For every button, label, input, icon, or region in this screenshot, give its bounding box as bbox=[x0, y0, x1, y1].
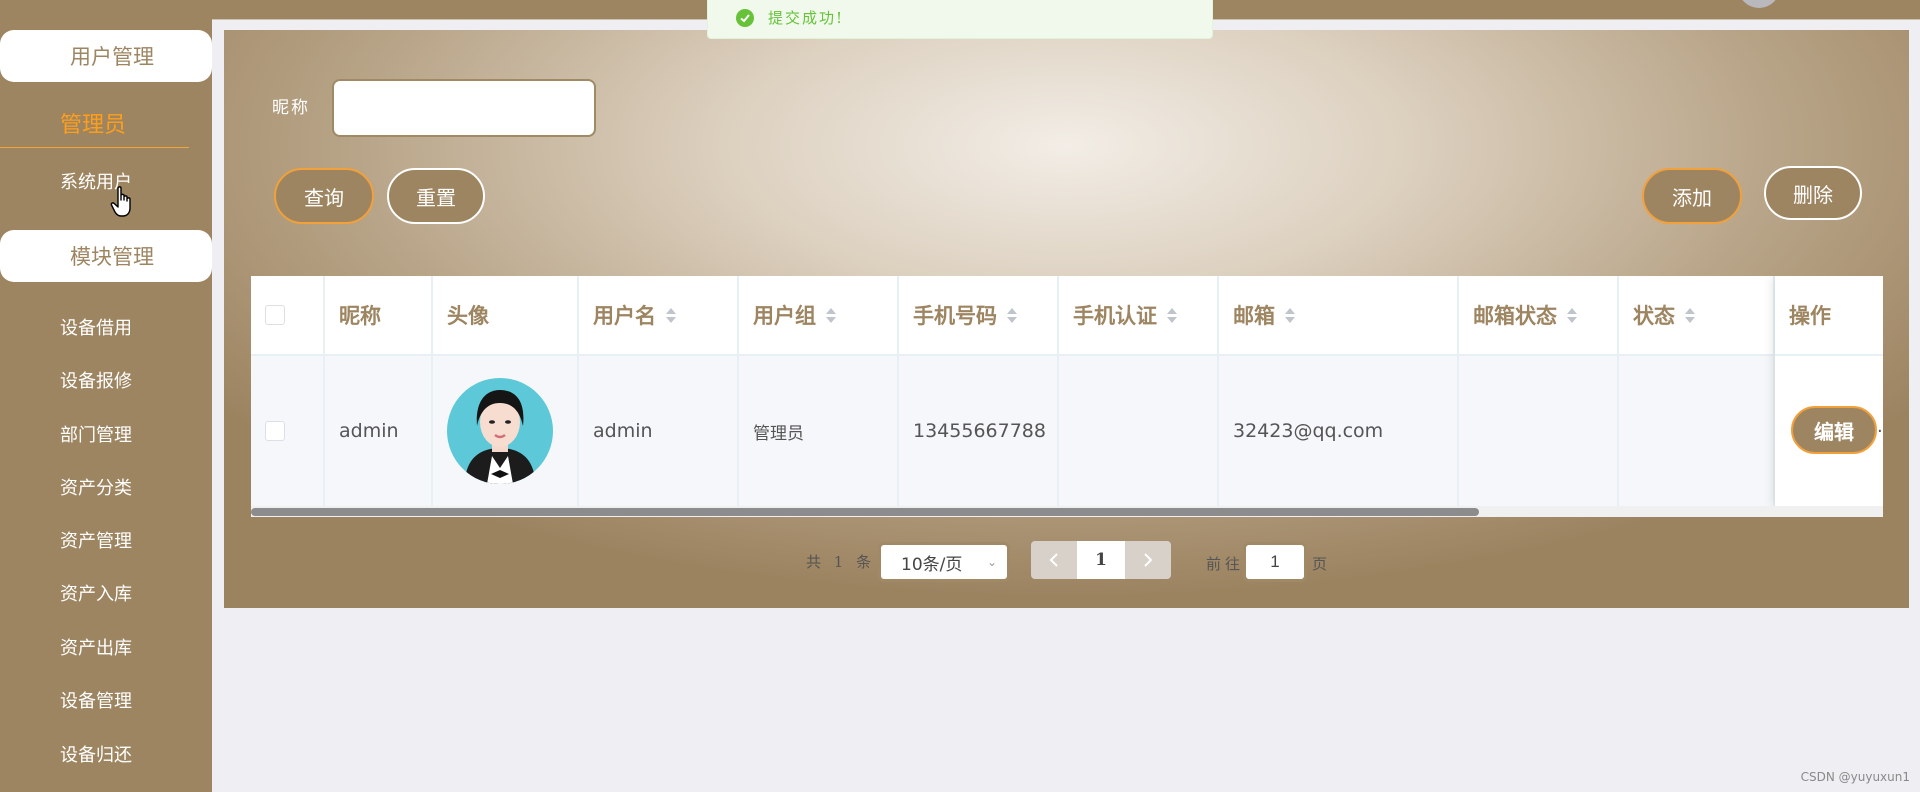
query-button[interactable]: 查询 bbox=[274, 168, 374, 224]
cell-user-group: 管理员 bbox=[739, 356, 899, 506]
pointer-cursor-icon bbox=[110, 186, 131, 217]
users-table: 昵称 头像 用户名 用户组 手机号码 手机认证 邮箱 邮箱状态 状态 admin bbox=[251, 276, 1883, 517]
column-label: 昵称 bbox=[339, 304, 381, 328]
sidebar: 用户管理 管理员 系统用户 模块管理 设备借用 设备报修 部门管理 资产分类 资… bbox=[0, 0, 212, 792]
column-label: 用户名 bbox=[593, 304, 656, 328]
cell-status bbox=[1619, 356, 1775, 506]
chevron-left-icon bbox=[1049, 553, 1058, 567]
user-avatar[interactable] bbox=[1738, 0, 1780, 8]
column-header-phone[interactable]: 手机号码 bbox=[899, 276, 1059, 356]
column-header-username[interactable]: 用户名 bbox=[579, 276, 739, 356]
column-header-email-status[interactable]: 邮箱状态 bbox=[1459, 276, 1619, 356]
sort-icon[interactable] bbox=[1167, 307, 1177, 323]
sort-icon[interactable] bbox=[1685, 307, 1695, 323]
sort-icon[interactable] bbox=[1285, 307, 1295, 323]
role-title: 管理员 bbox=[0, 108, 189, 148]
sidebar-item-asset-outbound[interactable]: 资产出库 bbox=[60, 634, 132, 660]
column-label: 邮箱状态 bbox=[1473, 304, 1557, 328]
table-grid: 昵称 头像 用户名 用户组 手机号码 手机认证 邮箱 邮箱状态 状态 admin bbox=[251, 276, 1883, 506]
cell-nickname: admin bbox=[325, 356, 433, 506]
header-select-all bbox=[251, 276, 325, 356]
column-header-status[interactable]: 状态 bbox=[1619, 276, 1775, 356]
cell-email: 32423@qq.com bbox=[1219, 356, 1459, 506]
reset-button[interactable]: 重置 bbox=[387, 168, 485, 224]
operation-column: 操作 bbox=[1775, 276, 1883, 506]
chevron-down-icon: ⌄ bbox=[986, 555, 997, 569]
table-row-select bbox=[251, 356, 325, 506]
check-circle-icon bbox=[736, 8, 754, 27]
toast-message: 提交成功! bbox=[768, 9, 845, 27]
horizontal-scrollbar[interactable] bbox=[251, 506, 1883, 517]
sort-icon[interactable] bbox=[1007, 307, 1017, 323]
success-toast: 提交成功! bbox=[707, 0, 1213, 39]
sidebar-item-device-borrow[interactable]: 设备借用 bbox=[60, 314, 132, 340]
row-checkbox[interactable] bbox=[265, 421, 285, 441]
page-size-value: 10条/页 bbox=[901, 554, 963, 575]
cell-avatar bbox=[433, 356, 579, 506]
cell-phone-verified bbox=[1059, 356, 1219, 506]
column-label: 操作 bbox=[1789, 304, 1831, 328]
column-header-nickname: 昵称 bbox=[325, 276, 433, 356]
sort-icon[interactable] bbox=[1567, 307, 1577, 323]
sidebar-item-asset-category[interactable]: 资产分类 bbox=[60, 474, 132, 500]
page-size-select[interactable]: 10条/页 ⌄ bbox=[878, 542, 1010, 582]
goto-suffix: 页 bbox=[1312, 555, 1328, 573]
cell-username: admin bbox=[579, 356, 739, 506]
cell-phone: 13455667788 bbox=[899, 356, 1059, 506]
menu-group-user-management[interactable]: 用户管理 bbox=[0, 30, 212, 82]
column-label: 用户组 bbox=[753, 304, 816, 328]
page-number-1[interactable]: 1 bbox=[1077, 541, 1125, 579]
goto-label: 前往 bbox=[1206, 555, 1245, 573]
chevron-right-icon bbox=[1144, 553, 1153, 567]
sidebar-item-device-management[interactable]: 设备管理 bbox=[60, 687, 132, 713]
select-all-checkbox[interactable] bbox=[265, 305, 285, 325]
column-header-operation: 操作 bbox=[1775, 276, 1883, 356]
next-page-button[interactable] bbox=[1125, 541, 1171, 579]
column-label: 头像 bbox=[447, 304, 489, 328]
column-header-avatar: 头像 bbox=[433, 276, 579, 356]
scrollbar-thumb[interactable] bbox=[251, 508, 1479, 516]
delete-button[interactable]: 删除 bbox=[1764, 166, 1862, 220]
column-header-phone-verified[interactable]: 手机认证 bbox=[1059, 276, 1219, 356]
prev-page-button[interactable] bbox=[1031, 541, 1077, 579]
column-header-email[interactable]: 邮箱 bbox=[1219, 276, 1459, 356]
avatar bbox=[447, 378, 553, 484]
sidebar-item-device-return[interactable]: 设备归还 bbox=[60, 741, 132, 767]
nickname-search-input[interactable] bbox=[332, 79, 596, 137]
edit-button[interactable]: 编辑 bbox=[1791, 406, 1877, 454]
column-label: 手机认证 bbox=[1073, 304, 1157, 328]
sidebar-item-department[interactable]: 部门管理 bbox=[60, 421, 132, 447]
sort-icon[interactable] bbox=[666, 307, 676, 323]
sidebar-item-asset-management[interactable]: 资产管理 bbox=[60, 527, 132, 553]
cell-email-status bbox=[1459, 356, 1619, 506]
menu-group-module-management[interactable]: 模块管理 bbox=[0, 230, 212, 282]
column-label: 手机号码 bbox=[913, 304, 997, 328]
sidebar-item-asset-inbound[interactable]: 资产入库 bbox=[60, 580, 132, 606]
watermark: CSDN @yuyuxun1 bbox=[1800, 770, 1910, 784]
sidebar-item-device-repair[interactable]: 设备报修 bbox=[60, 367, 132, 393]
pagination-total: 共 1 条 bbox=[806, 553, 876, 571]
add-button[interactable]: 添加 bbox=[1642, 168, 1742, 224]
column-label: 状态 bbox=[1633, 304, 1675, 328]
goto-page-input[interactable] bbox=[1243, 542, 1307, 582]
overflow-marker: . bbox=[1877, 416, 1883, 437]
nickname-label: 昵称 bbox=[272, 98, 310, 118]
column-header-user-group[interactable]: 用户组 bbox=[739, 276, 899, 356]
column-label: 邮箱 bbox=[1233, 304, 1275, 328]
sort-icon[interactable] bbox=[826, 307, 836, 323]
